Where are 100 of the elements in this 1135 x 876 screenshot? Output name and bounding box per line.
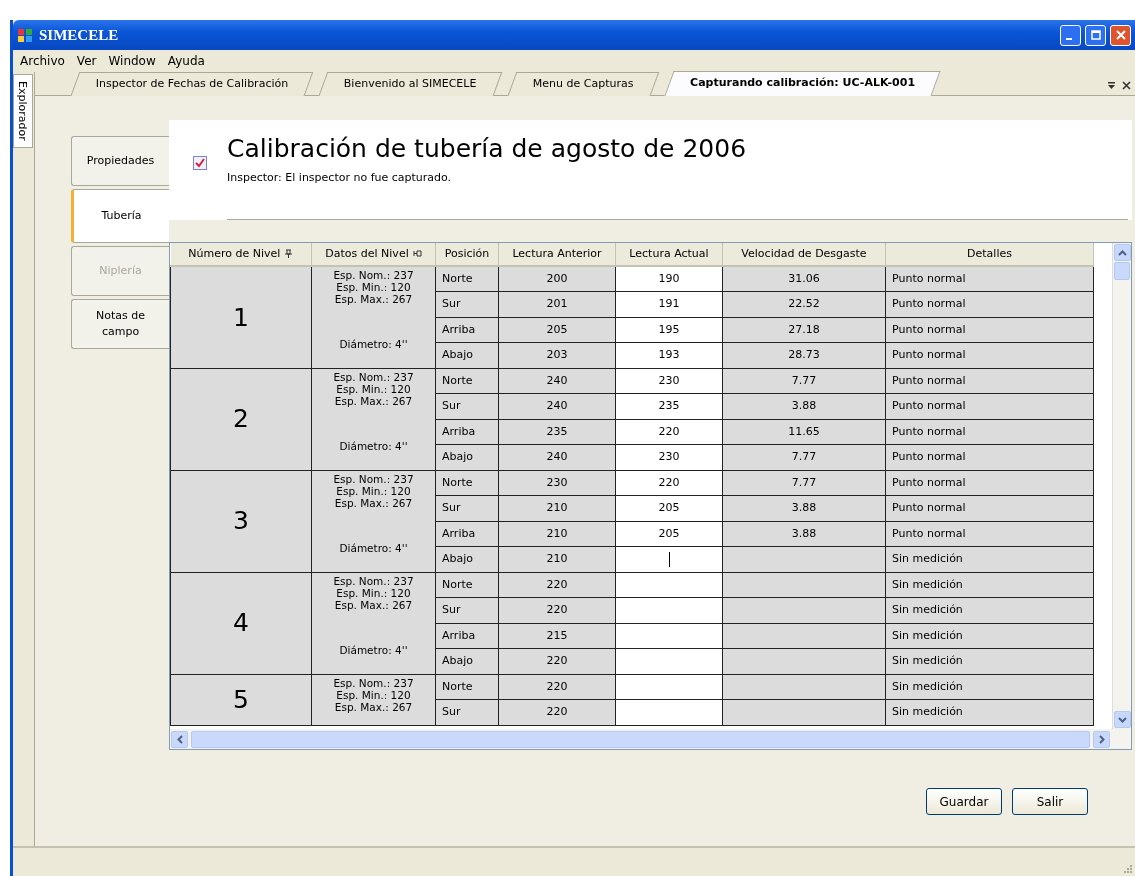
menu-item[interactable]: Ayuda: [162, 52, 210, 70]
dialog-button[interactable]: Salir: [1012, 788, 1088, 815]
pin-icon[interactable]: [284, 249, 294, 259]
app-icon: [17, 27, 33, 43]
column-header[interactable]: Datos del Nivel: [311, 243, 436, 266]
scroll-down-icon[interactable]: [1114, 711, 1131, 728]
table-cell: Punto normal: [885, 368, 1094, 394]
table-cell: 205: [498, 317, 616, 343]
level-diameter: Diámetro: 4'': [339, 643, 408, 656]
level-number: 5: [170, 674, 312, 725]
form-title: Calibración de tubería de agosto de 2006: [227, 134, 748, 164]
horizontal-scrollbar[interactable]: [170, 729, 1131, 749]
document-tab[interactable]: Bienvenido al SIMECELE: [319, 71, 503, 95]
reading-input[interactable]: 193: [615, 342, 723, 368]
close-button[interactable]: [1110, 24, 1131, 46]
document-tab[interactable]: Menu de Capturas: [507, 71, 659, 95]
table-cell: 3.88: [722, 521, 886, 547]
table-cell: Punto normal: [885, 317, 1094, 343]
level-spec: Esp. Nom.: 237: [333, 676, 414, 689]
table-cell: Sin medición: [885, 597, 1094, 623]
column-header[interactable]: Detalles: [885, 243, 1094, 266]
menu-item[interactable]: Archivo: [15, 52, 70, 70]
level-spec: Esp. Min.: 120: [336, 382, 411, 395]
minimize-icon: [1066, 38, 1072, 40]
maximize-button[interactable]: [1085, 24, 1106, 46]
table-cell: 210: [498, 546, 616, 572]
table-cell: 210: [498, 521, 616, 547]
table-cell: 240: [498, 393, 616, 419]
table-cell: 203: [498, 342, 616, 368]
level-diameter: Diámetro: 4'': [339, 541, 408, 554]
window-title: SIMECELE: [39, 25, 119, 45]
section-tab[interactable]: Notas de campo: [71, 299, 169, 349]
reading-input[interactable]: [615, 699, 723, 725]
scroll-thumb[interactable]: [1114, 262, 1130, 280]
explorer-tab[interactable]: Explorador: [13, 74, 33, 148]
reading-input[interactable]: 230: [615, 444, 723, 470]
reading-input[interactable]: 205: [615, 521, 723, 547]
level-spec: Esp. Nom.: 237: [333, 472, 414, 485]
scroll-up-icon[interactable]: [1114, 244, 1131, 261]
table-cell: 200: [498, 266, 616, 292]
table-cell: 240: [498, 444, 616, 470]
resize-grip-icon[interactable]: [1122, 863, 1132, 873]
dialog-button[interactable]: Guardar: [926, 788, 1002, 815]
reading-input[interactable]: [615, 623, 723, 649]
table-cell: Punto normal: [885, 291, 1094, 317]
reading-input[interactable]: [615, 648, 723, 674]
reading-input[interactable]: 220: [615, 419, 723, 445]
level-spec: Esp. Nom.: 237: [333, 269, 414, 281]
column-header[interactable]: Posición: [435, 243, 499, 266]
table-cell: Sin medición: [885, 648, 1094, 674]
table-cell: Sin medición: [885, 572, 1094, 598]
section-tab[interactable]: Tubería: [71, 189, 169, 243]
reading-input[interactable]: [615, 597, 723, 623]
reading-input[interactable]: [615, 572, 723, 598]
minimize-button[interactable]: [1060, 24, 1081, 46]
scroll-left-icon[interactable]: [171, 730, 188, 748]
reading-input[interactable]: 191: [615, 291, 723, 317]
column-header[interactable]: Lectura Actual: [615, 243, 723, 266]
table-cell: Punto normal: [885, 444, 1094, 470]
column-header[interactable]: Velocidad de Desgaste: [722, 243, 886, 266]
checkbox[interactable]: [193, 156, 207, 170]
reading-input[interactable]: 205: [615, 495, 723, 521]
tab-list-icon[interactable]: [1107, 81, 1116, 90]
reading-input[interactable]: [615, 546, 723, 572]
level-spec: Esp. Max.: 267: [334, 293, 413, 305]
section-tab[interactable]: Propiedades: [71, 136, 169, 186]
reading-input[interactable]: 190: [615, 266, 723, 292]
table-cell: 7.77: [722, 368, 886, 394]
reading-input[interactable]: 195: [615, 317, 723, 343]
reading-input[interactable]: 235: [615, 393, 723, 419]
document-tab[interactable]: Capturando calibración: UC-ALK-001: [664, 71, 941, 96]
level-diameter: Diámetro: 4'': [339, 439, 408, 452]
vertical-scrollbar[interactable]: [1112, 243, 1131, 729]
level-number: 4: [170, 572, 312, 674]
table-cell: Sin medición: [885, 623, 1094, 649]
document-tab[interactable]: Inspector de Fechas de Calibración: [70, 71, 314, 95]
menu-item[interactable]: Ver: [71, 52, 102, 70]
inspector-label: Inspector: El inspector no fue capturado.: [227, 170, 453, 186]
scroll-thumb[interactable]: [191, 730, 1090, 748]
table-cell: 220: [498, 699, 616, 725]
level-spec: Esp. Min.: 120: [336, 688, 411, 701]
table-cell: 220: [498, 572, 616, 598]
reading-input[interactable]: [615, 674, 723, 700]
table-cell: Sin medición: [885, 546, 1094, 572]
table-cell: Punto normal: [885, 393, 1094, 419]
reading-input[interactable]: 230: [615, 368, 723, 394]
column-header[interactable]: Número de Nivel: [170, 243, 312, 266]
table-cell: Punto normal: [885, 470, 1094, 496]
level-spec: Esp. Min.: 120: [336, 484, 411, 497]
menu-item[interactable]: Window: [103, 52, 161, 70]
scroll-right-icon[interactable]: [1093, 730, 1110, 748]
level-number: 1: [170, 266, 312, 368]
maximize-icon: [1090, 30, 1101, 40]
close-icon[interactable]: [1122, 81, 1131, 90]
table-cell: 210: [498, 495, 616, 521]
reading-input[interactable]: 220: [615, 470, 723, 496]
level-spec: Esp. Nom.: 237: [333, 370, 414, 383]
pin-icon[interactable]: [412, 249, 422, 259]
column-header[interactable]: Lectura Anterior: [498, 243, 616, 266]
table-cell: 7.77: [722, 470, 886, 496]
